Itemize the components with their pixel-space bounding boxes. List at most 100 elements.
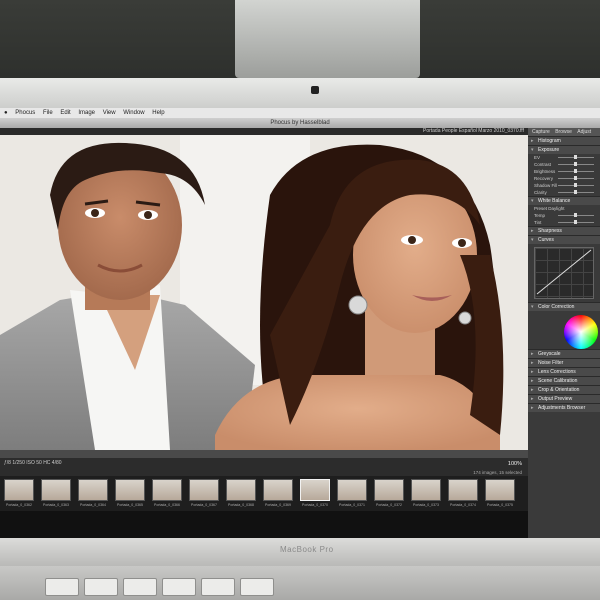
exposure-clarity-row[interactable]: Clarity bbox=[528, 189, 600, 196]
menu-bar: ● Phocus File Edit Image View Window Hel… bbox=[0, 108, 600, 118]
wb-preset-value[interactable]: Daylight bbox=[548, 206, 564, 211]
temp-slider[interactable] bbox=[558, 213, 594, 217]
thumbnail-label: Portada_0_0375 bbox=[487, 503, 513, 507]
thumbnail-label: Portada_0_0374 bbox=[450, 503, 476, 507]
row-label: EV bbox=[534, 155, 541, 160]
viewer-toolbar bbox=[0, 450, 528, 463]
thumbnail-label: Portada_0_0369 bbox=[265, 503, 291, 507]
row-label: Preset bbox=[534, 206, 548, 211]
info-bar: ƒ/8 1/250 ISO 50 HC 4/80 100% 174 images… bbox=[0, 458, 528, 476]
row-label: Shadow Fill bbox=[534, 183, 558, 188]
thumbnail-label: Portada_0_0371 bbox=[339, 503, 365, 507]
menu-item-app[interactable]: Phocus bbox=[15, 110, 35, 116]
keyboard-key bbox=[45, 578, 79, 596]
filmstrip-thumbnail[interactable] bbox=[300, 479, 330, 501]
laptop-screen: ● Phocus File Edit Image View Window Hel… bbox=[0, 108, 600, 553]
section-white-balance[interactable]: White Balance bbox=[528, 196, 600, 205]
shadow-fill-slider[interactable] bbox=[558, 183, 594, 187]
section-lens-corrections[interactable]: Lens Corrections bbox=[528, 367, 600, 376]
window-title: Phocus by Hasselblad bbox=[0, 118, 600, 128]
section-scene-calibration[interactable]: Scene Calibration bbox=[528, 376, 600, 385]
filmstrip-thumbnail[interactable] bbox=[4, 479, 34, 501]
filmstrip-thumbnail[interactable] bbox=[115, 479, 145, 501]
filmstrip-thumbnail[interactable] bbox=[374, 479, 404, 501]
apple-menu-icon[interactable]: ● bbox=[4, 110, 8, 116]
adjustments-panel: Capture Browse Adjust Histogram Exposure… bbox=[528, 128, 600, 538]
section-histogram[interactable]: Histogram bbox=[528, 136, 600, 145]
menu-item-help[interactable]: Help bbox=[152, 110, 164, 116]
menu-item-window[interactable]: Window bbox=[123, 110, 144, 116]
exposure-shadow-row[interactable]: Shadow Fill bbox=[528, 182, 600, 189]
filmstrip-thumbnail[interactable] bbox=[411, 479, 441, 501]
menu-item-view[interactable]: View bbox=[103, 110, 116, 116]
curves-graph[interactable] bbox=[534, 247, 594, 299]
filmstrip-thumbnail[interactable] bbox=[226, 479, 256, 501]
color-wheel[interactable] bbox=[564, 315, 598, 349]
thumbnail-label: Portada_0_0367 bbox=[191, 503, 217, 507]
keyboard-key bbox=[162, 578, 196, 596]
section-exposure[interactable]: Exposure bbox=[528, 145, 600, 154]
row-label: Temp bbox=[534, 213, 546, 218]
filmstrip-thumbnail[interactable] bbox=[448, 479, 478, 501]
zoom-level[interactable]: 100% bbox=[508, 461, 522, 467]
wb-temp-row[interactable]: Temp bbox=[528, 212, 600, 219]
section-noise-filter[interactable]: Noise Filter bbox=[528, 358, 600, 367]
thumbnail-label: Portada_0_0372 bbox=[376, 503, 402, 507]
panel-tabs: Capture Browse Adjust bbox=[528, 128, 600, 136]
keyboard-key bbox=[201, 578, 235, 596]
row-label: Recovery bbox=[534, 176, 554, 181]
exposure-recovery-row[interactable]: Recovery bbox=[528, 175, 600, 182]
menu-item-file[interactable]: File bbox=[43, 110, 53, 116]
clarity-slider[interactable] bbox=[558, 190, 594, 194]
image-viewer[interactable] bbox=[0, 135, 528, 450]
exposure-ev-row[interactable]: EV bbox=[528, 154, 600, 161]
filmstrip: Portada_0_0362 Portada_0_0363 Portada_0_03… bbox=[0, 476, 528, 511]
section-curves[interactable]: Curves bbox=[528, 235, 600, 244]
image-count: 174 images, 15 selected bbox=[473, 470, 522, 475]
laptop-top-bezel bbox=[0, 78, 600, 112]
monitor-stand bbox=[235, 0, 420, 78]
menu-item-image[interactable]: Image bbox=[78, 110, 95, 116]
tint-slider[interactable] bbox=[558, 220, 594, 224]
filmstrip-thumbnail[interactable] bbox=[41, 479, 71, 501]
filmstrip-thumbnail[interactable] bbox=[485, 479, 515, 501]
exposure-contrast-row[interactable]: Contrast bbox=[528, 161, 600, 168]
thumbnail-label: Portada_0_0364 bbox=[80, 503, 106, 507]
wb-preset-row[interactable]: Preset Daylight bbox=[528, 205, 600, 212]
photo-canvas bbox=[0, 135, 528, 450]
section-crop-orientation[interactable]: Crop & Orientation bbox=[528, 385, 600, 394]
section-greyscale[interactable]: Greyscale bbox=[528, 349, 600, 358]
thumbnail-label: Portada_0_0370 bbox=[302, 503, 328, 507]
thumbnail-label: Portada_0_0362 bbox=[6, 503, 32, 507]
thumbnail-label: Portada_0_0365 bbox=[117, 503, 143, 507]
filmstrip-thumbnail[interactable] bbox=[189, 479, 219, 501]
section-output-preview[interactable]: Output Preview bbox=[528, 394, 600, 403]
contrast-slider[interactable] bbox=[558, 162, 594, 166]
row-label: Contrast bbox=[534, 162, 552, 167]
exposure-brightness-row[interactable]: Brightness bbox=[528, 168, 600, 175]
laptop-brand: MacBook Pro bbox=[280, 545, 334, 554]
filmstrip-thumbnail[interactable] bbox=[263, 479, 293, 501]
thumbnail-label: Portada_0_0373 bbox=[413, 503, 439, 507]
filmstrip-thumbnail[interactable] bbox=[337, 479, 367, 501]
tab-adjust[interactable]: Adjust bbox=[577, 129, 591, 135]
image-path: Portada People Español Marzo 2010_0370.f… bbox=[0, 128, 528, 135]
row-label: Clarity bbox=[534, 190, 547, 195]
section-sharpness[interactable]: Sharpness bbox=[528, 226, 600, 235]
curve-line bbox=[536, 249, 592, 295]
tab-browse[interactable]: Browse bbox=[555, 129, 572, 135]
thumbnail-label: Portada_0_0366 bbox=[154, 503, 180, 507]
ev-slider[interactable] bbox=[558, 155, 594, 159]
section-color-correction[interactable]: Color Correction bbox=[528, 302, 600, 311]
section-adjustments-browser[interactable]: Adjustments Browser bbox=[528, 403, 600, 412]
menu-item-edit[interactable]: Edit bbox=[60, 110, 70, 116]
filmstrip-thumbnail[interactable] bbox=[152, 479, 182, 501]
recovery-slider[interactable] bbox=[558, 176, 594, 180]
webcam-icon bbox=[311, 86, 319, 94]
brightness-slider[interactable] bbox=[558, 169, 594, 173]
wb-tint-row[interactable]: Tint bbox=[528, 219, 600, 226]
thumbnail-label: Portada_0_0368 bbox=[228, 503, 254, 507]
tab-capture[interactable]: Capture bbox=[532, 129, 550, 135]
keyboard-key bbox=[84, 578, 118, 596]
filmstrip-thumbnail[interactable] bbox=[78, 479, 108, 501]
